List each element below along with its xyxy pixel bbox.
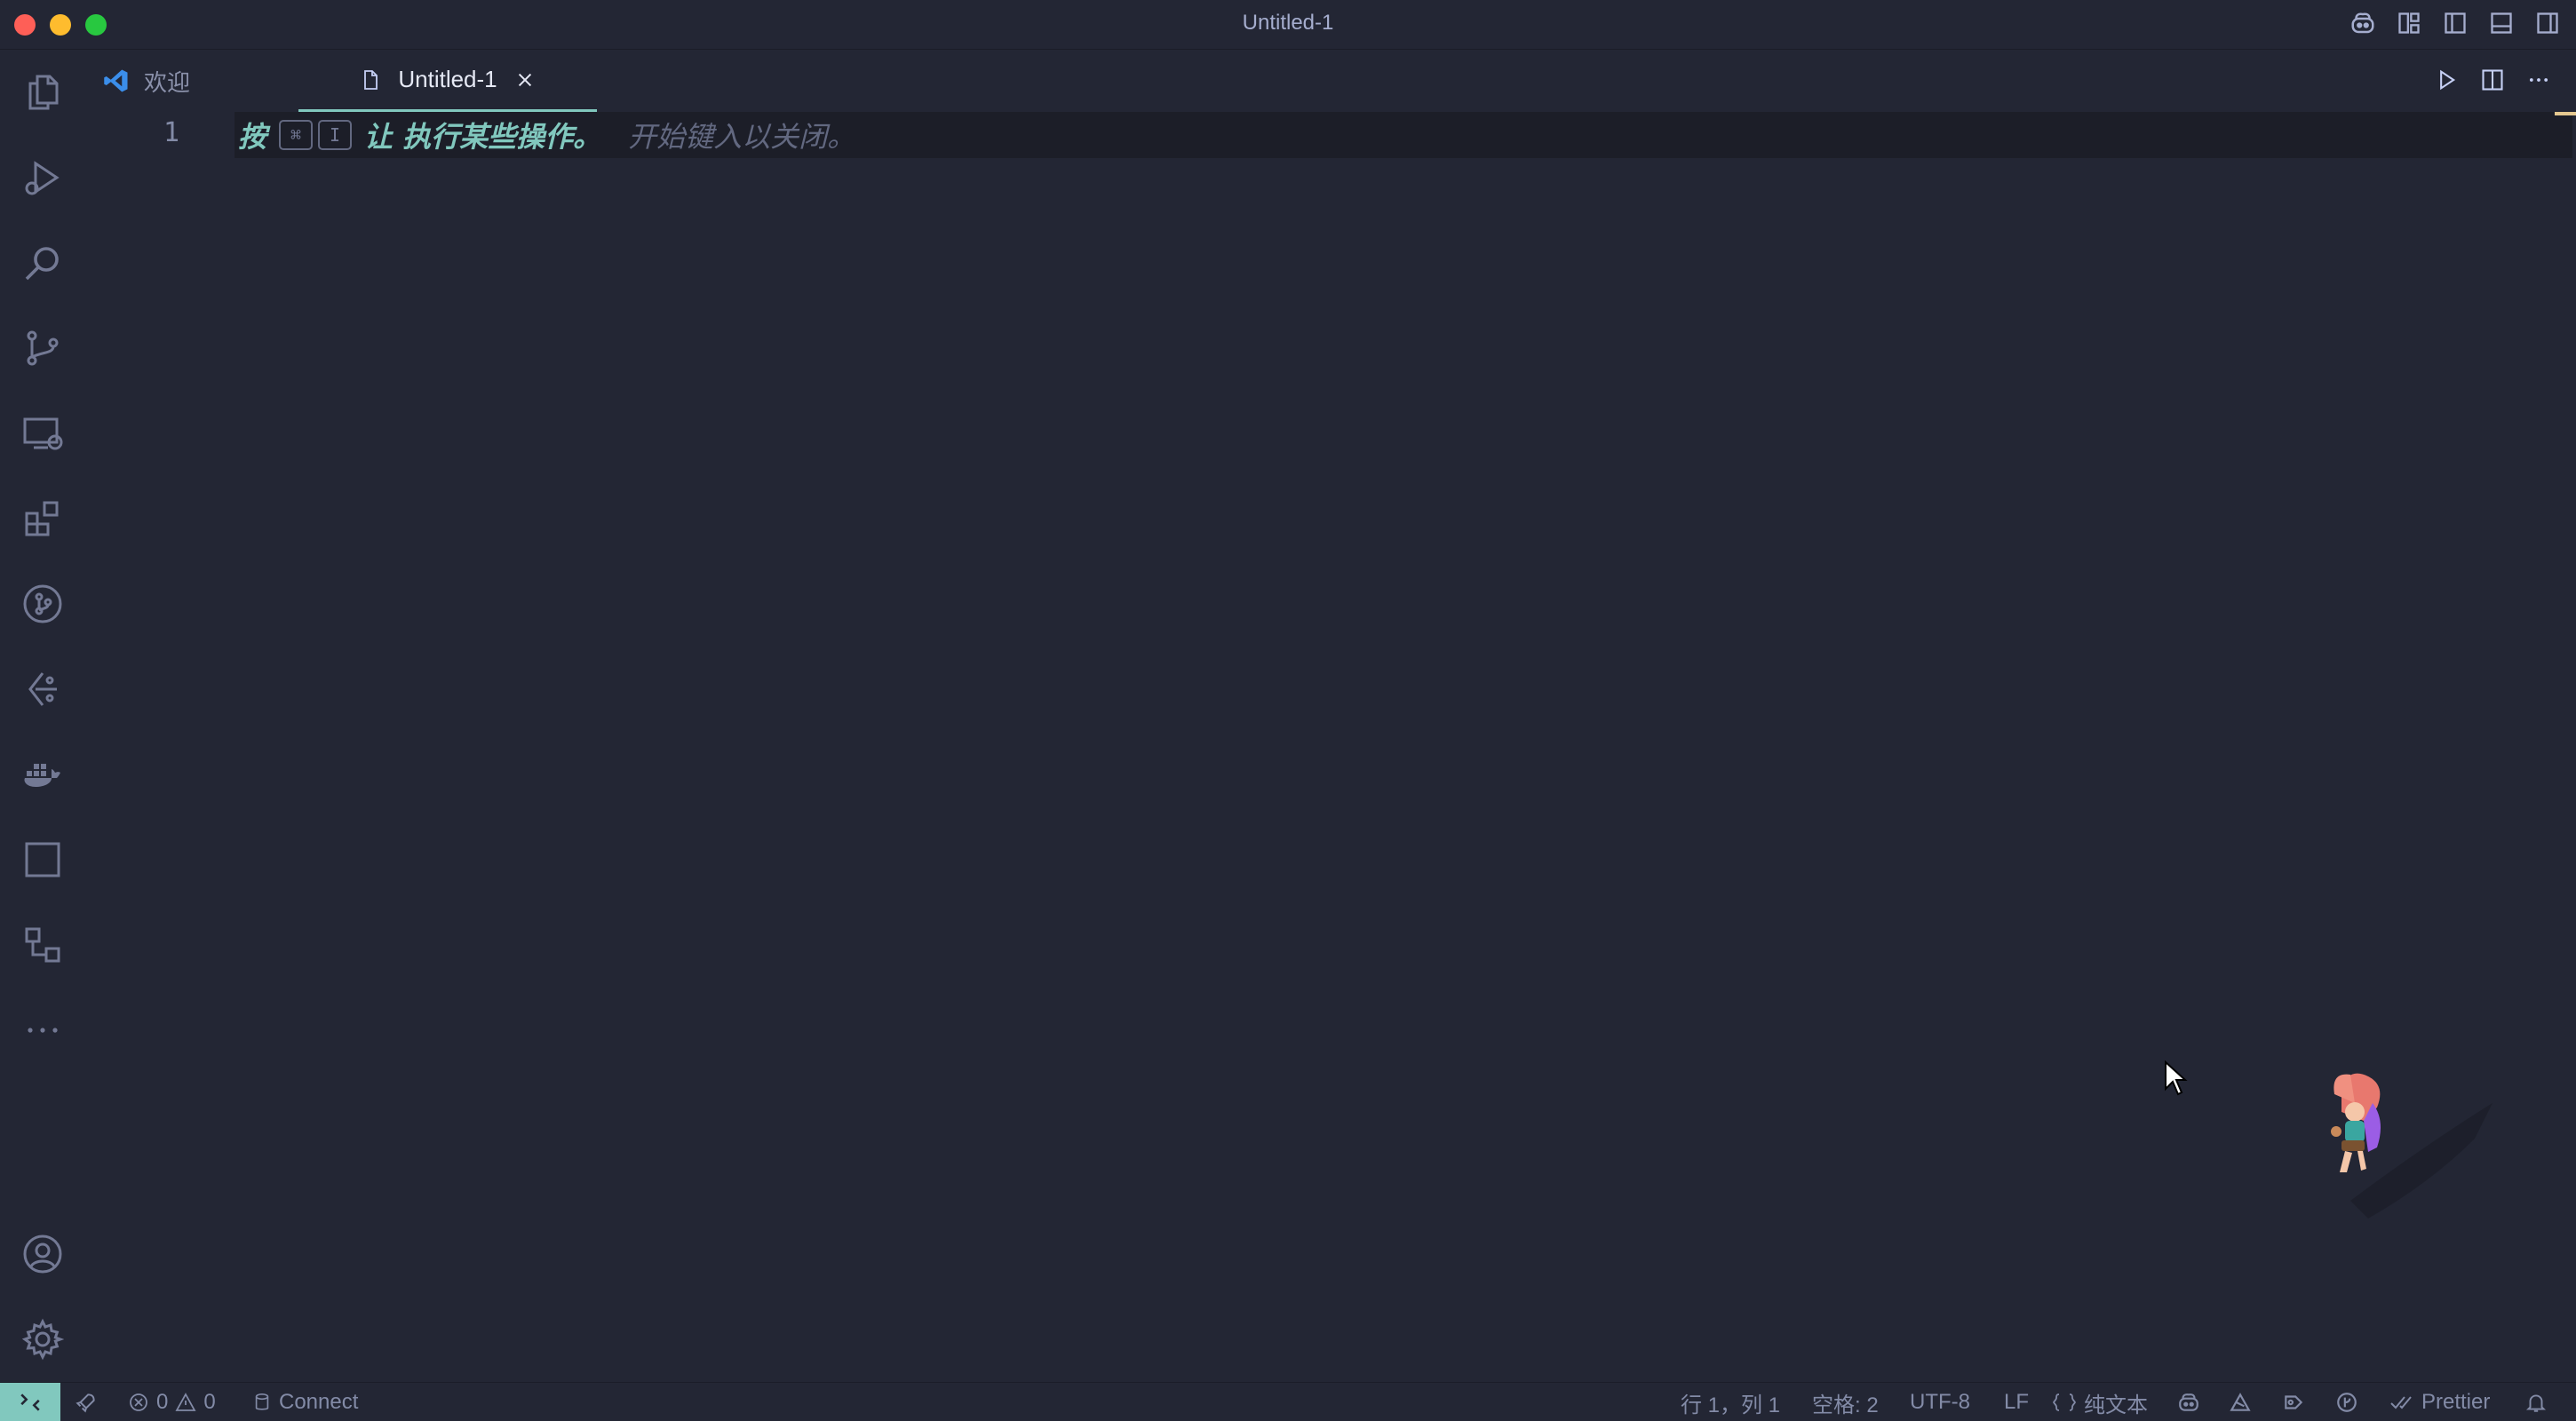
editor-actions <box>2432 66 2553 94</box>
toggle-primary-sidebar-icon[interactable] <box>2441 9 2469 37</box>
cursor-position[interactable]: 行 1，列 1 <box>1681 1383 1780 1421</box>
vscode-logo-icon <box>101 66 131 96</box>
window-title: Untitled-1 <box>1242 11 1334 35</box>
line-number: 1 <box>163 117 180 148</box>
error-count: 0 <box>156 1390 169 1414</box>
rocket-icon[interactable] <box>75 1383 98 1421</box>
error-icon <box>130 1393 147 1411</box>
run-debug-icon[interactable] <box>0 142 85 213</box>
status-bar: 0 0 Connect 行 1，列 1 空格: 2 UTF-8 LF 纯文本 P… <box>0 1382 2576 1421</box>
pet-character-icon <box>2331 1073 2493 1219</box>
extensions-icon[interactable] <box>0 483 85 554</box>
prettier-label: Prettier <box>2421 1390 2491 1414</box>
file-icon <box>355 65 386 95</box>
explorer-icon[interactable] <box>0 57 85 128</box>
settings-gear-icon[interactable] <box>0 1304 85 1375</box>
encoding-label: UTF-8 <box>1910 1390 1970 1414</box>
i-key: I <box>318 120 353 150</box>
run-icon[interactable] <box>2432 66 2461 94</box>
vscode-window: Untitled-1 欢迎 Untitled-1 1 按 ⌘ I 让 执行某些操… <box>0 0 2576 1421</box>
problems-indicator[interactable]: 0 0 <box>128 1383 216 1421</box>
customize-layout-icon[interactable] <box>2395 9 2423 37</box>
shortcut-keys: ⌘ I <box>279 120 353 150</box>
toggle-secondary-sidebar-icon[interactable] <box>2533 9 2562 37</box>
prettier-status[interactable]: Prettier <box>2389 1383 2490 1421</box>
hint-dismiss: 开始键入以关闭。 <box>628 120 856 154</box>
cmd-key: ⌘ <box>279 120 314 150</box>
double-check-icon <box>2390 1396 2412 1409</box>
tab-label: 欢迎 <box>144 68 191 96</box>
language-label: 纯文本 <box>2084 1393 2148 1417</box>
tab-untitled-1[interactable]: Untitled-1 <box>298 50 597 112</box>
source-control-icon[interactable] <box>0 313 85 384</box>
docker-icon[interactable] <box>0 739 85 810</box>
remote-explorer-icon[interactable] <box>0 398 85 469</box>
hint-press: 按 <box>238 120 267 154</box>
cursor-position-label: 行 1，列 1 <box>1681 1393 1781 1417</box>
indentation-label: 空格: 2 <box>1812 1393 1879 1417</box>
warning-count: 0 <box>203 1390 216 1414</box>
database-icon <box>255 1393 269 1410</box>
warning-icon <box>175 1393 196 1411</box>
extension-status-icon[interactable] <box>2281 1383 2306 1421</box>
remote-indicator-icon[interactable] <box>0 1383 60 1421</box>
close-tab-icon[interactable] <box>510 65 540 95</box>
notifications-bell-icon[interactable] <box>2524 1383 2548 1421</box>
editor-area[interactable]: 1 按 ⌘ I 让 执行某些操作。 开始键入以关闭。 <box>85 112 2576 1382</box>
inline-chat-hint: 按 ⌘ I 让 执行某些操作。 开始键入以关闭。 <box>238 112 855 158</box>
tabnine-icon[interactable] <box>2228 1383 2253 1421</box>
connect-button[interactable]: Connect <box>252 1383 358 1421</box>
title-bar: Untitled-1 <box>0 0 2576 50</box>
git-graph-icon[interactable] <box>0 568 85 639</box>
indentation[interactable]: 空格: 2 <box>1812 1383 1879 1421</box>
split-editor-icon[interactable] <box>2478 66 2507 94</box>
more-icon[interactable] <box>0 995 85 1066</box>
gitlens-icon[interactable] <box>0 654 85 725</box>
braces-icon <box>2052 1393 2077 1411</box>
title-actions <box>2349 9 2562 37</box>
hint-action: 让 执行某些操作。 <box>364 120 602 154</box>
language-mode[interactable]: 纯文本 <box>2052 1383 2148 1421</box>
editor-tabs-bar: 欢迎 Untitled-1 <box>85 50 2576 112</box>
more-actions-icon[interactable] <box>2524 66 2553 94</box>
square-icon[interactable] <box>0 824 85 895</box>
account-icon[interactable] <box>0 1219 85 1290</box>
mouse-cursor-icon <box>2165 1060 2188 1096</box>
eol-label: LF <box>2004 1390 2030 1414</box>
tab-label: Untitled-1 <box>398 66 497 92</box>
end-of-line[interactable]: LF <box>2004 1383 2029 1421</box>
overview-ruler-mark <box>2555 112 2576 115</box>
activity-bar <box>0 50 85 1382</box>
git-graph-status-icon[interactable] <box>2334 1383 2359 1421</box>
copilot-status-icon[interactable] <box>2176 1383 2201 1421</box>
search-icon[interactable] <box>0 227 85 298</box>
flow-icon[interactable] <box>0 909 85 980</box>
copilot-icon[interactable] <box>2349 9 2377 37</box>
encoding[interactable]: UTF-8 <box>1910 1383 1970 1421</box>
connect-label: Connect <box>279 1390 359 1414</box>
tab-welcome[interactable]: 欢迎 <box>101 50 306 112</box>
toggle-panel-icon[interactable] <box>2487 9 2516 37</box>
